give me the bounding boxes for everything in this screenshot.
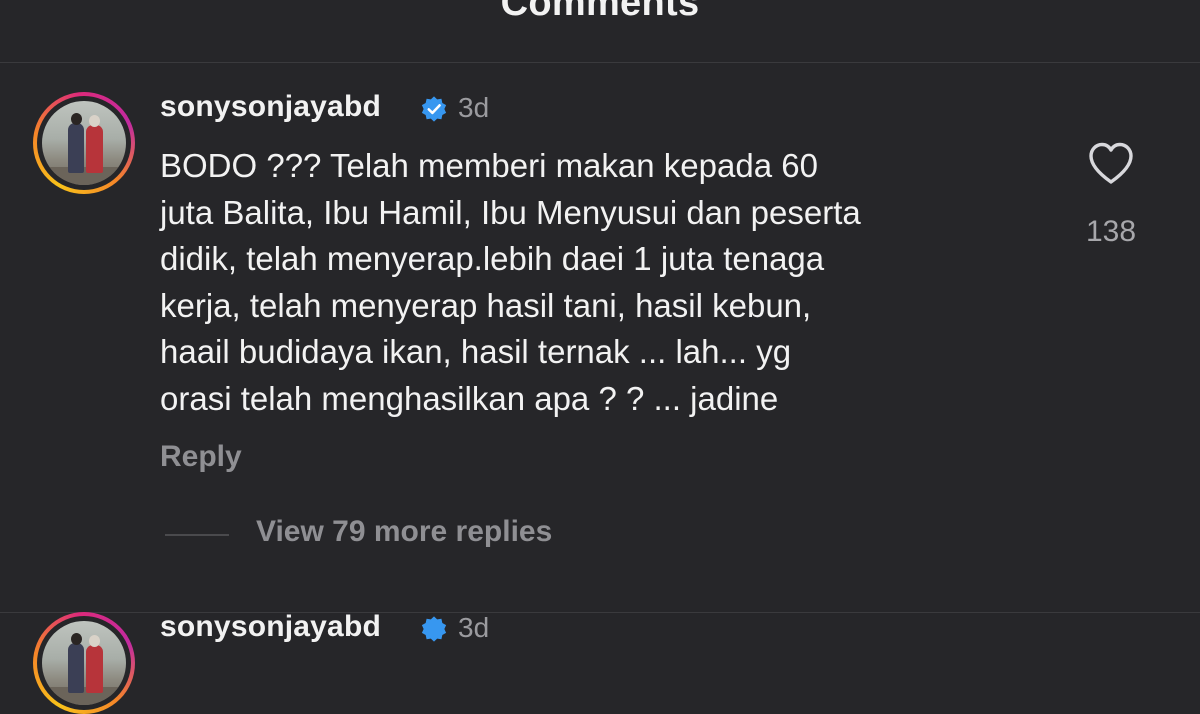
avatar-photo — [42, 621, 126, 705]
next-comment-username[interactable]: sonysonjayabd — [160, 610, 381, 644]
avatar[interactable] — [33, 612, 135, 714]
header-divider — [0, 62, 1200, 63]
replies-divider-line — [165, 534, 229, 536]
heart-icon[interactable] — [1087, 141, 1135, 185]
verified-badge-icon — [421, 96, 447, 122]
comment-timestamp: 3d — [458, 92, 490, 123]
avatar-photo — [42, 101, 126, 185]
like-count: 138 — [1085, 215, 1137, 248]
comment-body: BODO ??? Telah memberi makan kepada 60 j… — [160, 147, 861, 417]
next-comment-timestamp: 3d — [458, 612, 490, 643]
reply-button[interactable]: Reply — [160, 440, 242, 474]
view-more-replies-button[interactable]: View 79 more replies — [256, 515, 552, 549]
avatar[interactable] — [33, 92, 135, 194]
comments-sheet: Comments sonysonjayabd 3d BODO ??? Telah… — [0, 0, 1200, 714]
sheet-title: Comments — [500, 0, 700, 24]
comment-username[interactable]: sonysonjayabd — [160, 90, 381, 124]
verified-badge-icon — [421, 616, 447, 642]
